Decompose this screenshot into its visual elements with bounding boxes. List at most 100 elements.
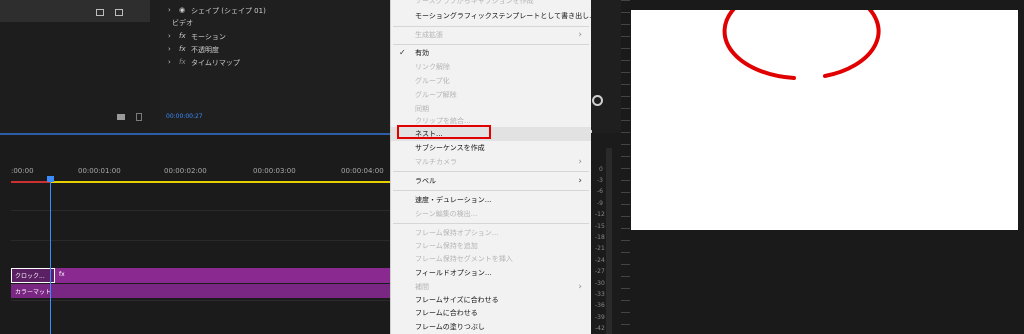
menu-item-enable[interactable]: ✓ 有効	[391, 46, 591, 60]
menu-item-scene-edit-detection[interactable]: シーン編集の検出...	[391, 207, 591, 221]
meter-label: -6	[597, 188, 603, 195]
meter-label: -42	[595, 325, 605, 332]
menu-item-frame-hold-options[interactable]: フレーム保持オプション...	[391, 226, 591, 240]
menu-item-field-options[interactable]: フィールドオプション...	[391, 266, 591, 280]
circle-shape-graphic[interactable]	[631, 10, 1018, 230]
track-row	[11, 210, 390, 211]
menu-item-group[interactable]: グループ化	[391, 74, 591, 88]
menu-item-label: ラベル	[415, 177, 436, 185]
menu-item-label: サブシーケンスを作成	[415, 144, 485, 152]
chevron-right-icon[interactable]: ›	[168, 6, 171, 14]
vertical-ruler	[621, 0, 630, 334]
playhead-line[interactable]	[50, 178, 51, 334]
effect-controls-timecode[interactable]: 00:00:00:27	[166, 113, 203, 120]
menu-item-multicamera[interactable]: マルチカメラ ›	[391, 155, 591, 169]
menu-item-create-captions[interactable]: ソースグラフからキャプションを作成	[391, 0, 591, 8]
menu-item-add-frame-hold[interactable]: フレーム保持を追加	[391, 239, 591, 253]
track-row	[11, 240, 390, 241]
menu-item-label: フレームの塗りつぶし	[415, 323, 485, 331]
timeline-tick-label: :00:00	[11, 167, 34, 175]
timeline-tick-label: 00:00:04:00	[341, 167, 384, 175]
menu-separator	[393, 223, 589, 224]
meter-label: -30	[595, 280, 605, 287]
audio-meter-bar	[606, 148, 612, 334]
track-row	[11, 300, 390, 301]
meter-label: -24	[595, 257, 605, 264]
menu-item-label: 速度・デュレーション...	[415, 196, 492, 204]
menu-item-label: 補間	[415, 283, 429, 291]
menu-item-export-mogrt[interactable]: モーショングラフィックステンプレートとして書き出し...	[391, 9, 596, 23]
menu-item-ungroup[interactable]: グループ解除	[391, 88, 591, 102]
chevron-right-icon[interactable]: ›	[168, 32, 171, 40]
chevron-right-icon: ›	[578, 176, 582, 186]
fx-icon: fx	[179, 58, 186, 66]
menu-item-label: モーショングラフィックステンプレートとして書き出し...	[415, 12, 596, 20]
chevron-right-icon[interactable]: ›	[168, 58, 171, 66]
menu-item-label: グループ解除	[415, 91, 457, 99]
timeline-top-border	[0, 133, 390, 135]
menu-item-label: フレームサイズに合わせる	[415, 296, 499, 304]
eye-icon[interactable]: ◉	[179, 6, 185, 14]
meter-label: 0	[599, 166, 603, 173]
trash-icon[interactable]	[136, 113, 142, 121]
menu-item-label: マルチカメラ	[415, 158, 457, 166]
effect-row-label: 不透明度	[191, 46, 219, 54]
menu-item-insert-frame-hold-segment[interactable]: フレーム保持セグメントを挿入	[391, 252, 591, 266]
menu-item-label-submenu[interactable]: ラベル ›	[391, 174, 591, 188]
meter-label: -33	[595, 291, 605, 298]
clip-label: カラーマット	[15, 289, 52, 296]
menu-item-label: フレームに合わせる	[415, 309, 478, 317]
effect-row-label: シェイプ (シェイプ 01)	[191, 7, 266, 15]
menu-item-fit-to-frame[interactable]: フレームに合わせる	[391, 306, 591, 320]
effect-section-label: ビデオ	[172, 19, 193, 27]
nest-highlight-box	[397, 125, 491, 139]
menu-item-label: フレーム保持セグメントを挿入	[415, 255, 513, 263]
panel-edge-glyph	[592, 95, 603, 106]
clip-color-matte[interactable]: カラーマット	[11, 284, 390, 298]
effect-row-label: モーション	[191, 33, 226, 41]
meter-label: -12	[595, 211, 605, 218]
menu-item-label: フレーム保持オプション...	[415, 229, 499, 237]
menu-separator	[393, 44, 589, 45]
menu-item-fill-frame[interactable]: フレームの塗りつぶし	[391, 320, 591, 334]
program-monitor-canvas[interactable]	[631, 10, 1018, 230]
meter-label: -15	[595, 223, 605, 230]
menu-item-label: シーン編集の検出...	[415, 210, 478, 218]
timeline-tick-label: 00:00:01:00	[78, 167, 121, 175]
timeline-panel	[0, 133, 390, 334]
menu-separator	[393, 171, 589, 172]
chevron-right-icon[interactable]: ›	[168, 45, 171, 53]
project-panel	[0, 0, 150, 130]
effect-controls-panel: › ◉ シェイプ (シェイプ 01) ビデオ › fx モーション › fx 不…	[160, 0, 390, 130]
fx-icon[interactable]: fx	[179, 32, 186, 40]
menu-separator	[393, 190, 589, 191]
menu-item-speed-duration[interactable]: 速度・デュレーション...	[391, 193, 591, 207]
open-circle-stroke	[722, 10, 881, 80]
menu-item-generative-extend[interactable]: 生成拡張 ›	[391, 28, 591, 42]
playhead-handle[interactable]	[47, 176, 54, 182]
chevron-right-icon: ›	[578, 30, 582, 40]
menu-item-unlink[interactable]: リンク解除	[391, 60, 591, 74]
new-bin-icon[interactable]	[117, 114, 125, 120]
timeline-tick-label: 00:00:03:00	[253, 167, 296, 175]
fx-icon[interactable]: fx	[179, 45, 186, 53]
meter-label: -39	[595, 314, 605, 321]
meter-label: -21	[595, 245, 605, 252]
work-area-bar[interactable]	[11, 181, 390, 183]
film-icon-2[interactable]	[115, 9, 123, 16]
menu-item-scale-to-frame-size[interactable]: フレームサイズに合わせる	[391, 293, 591, 307]
menu-item-label: グループ化	[415, 77, 450, 85]
menu-item-make-subsequence[interactable]: サブシーケンスを作成	[391, 141, 591, 155]
meter-label: -9	[597, 200, 603, 207]
meter-label: -18	[595, 234, 605, 241]
in-point-bar	[11, 181, 51, 183]
menu-item-label: フィールドオプション...	[415, 269, 492, 277]
menu-item-interpolation[interactable]: 補間 ›	[391, 280, 591, 294]
film-icon[interactable]	[96, 9, 104, 16]
menu-item-label: 有効	[415, 49, 429, 57]
clip-clock[interactable]: クロック... fx	[11, 268, 390, 283]
fx-badge: fx	[59, 271, 65, 278]
meter-label: -27	[595, 268, 605, 275]
checkmark-icon: ✓	[399, 48, 406, 57]
meter-label: -3	[597, 177, 603, 184]
